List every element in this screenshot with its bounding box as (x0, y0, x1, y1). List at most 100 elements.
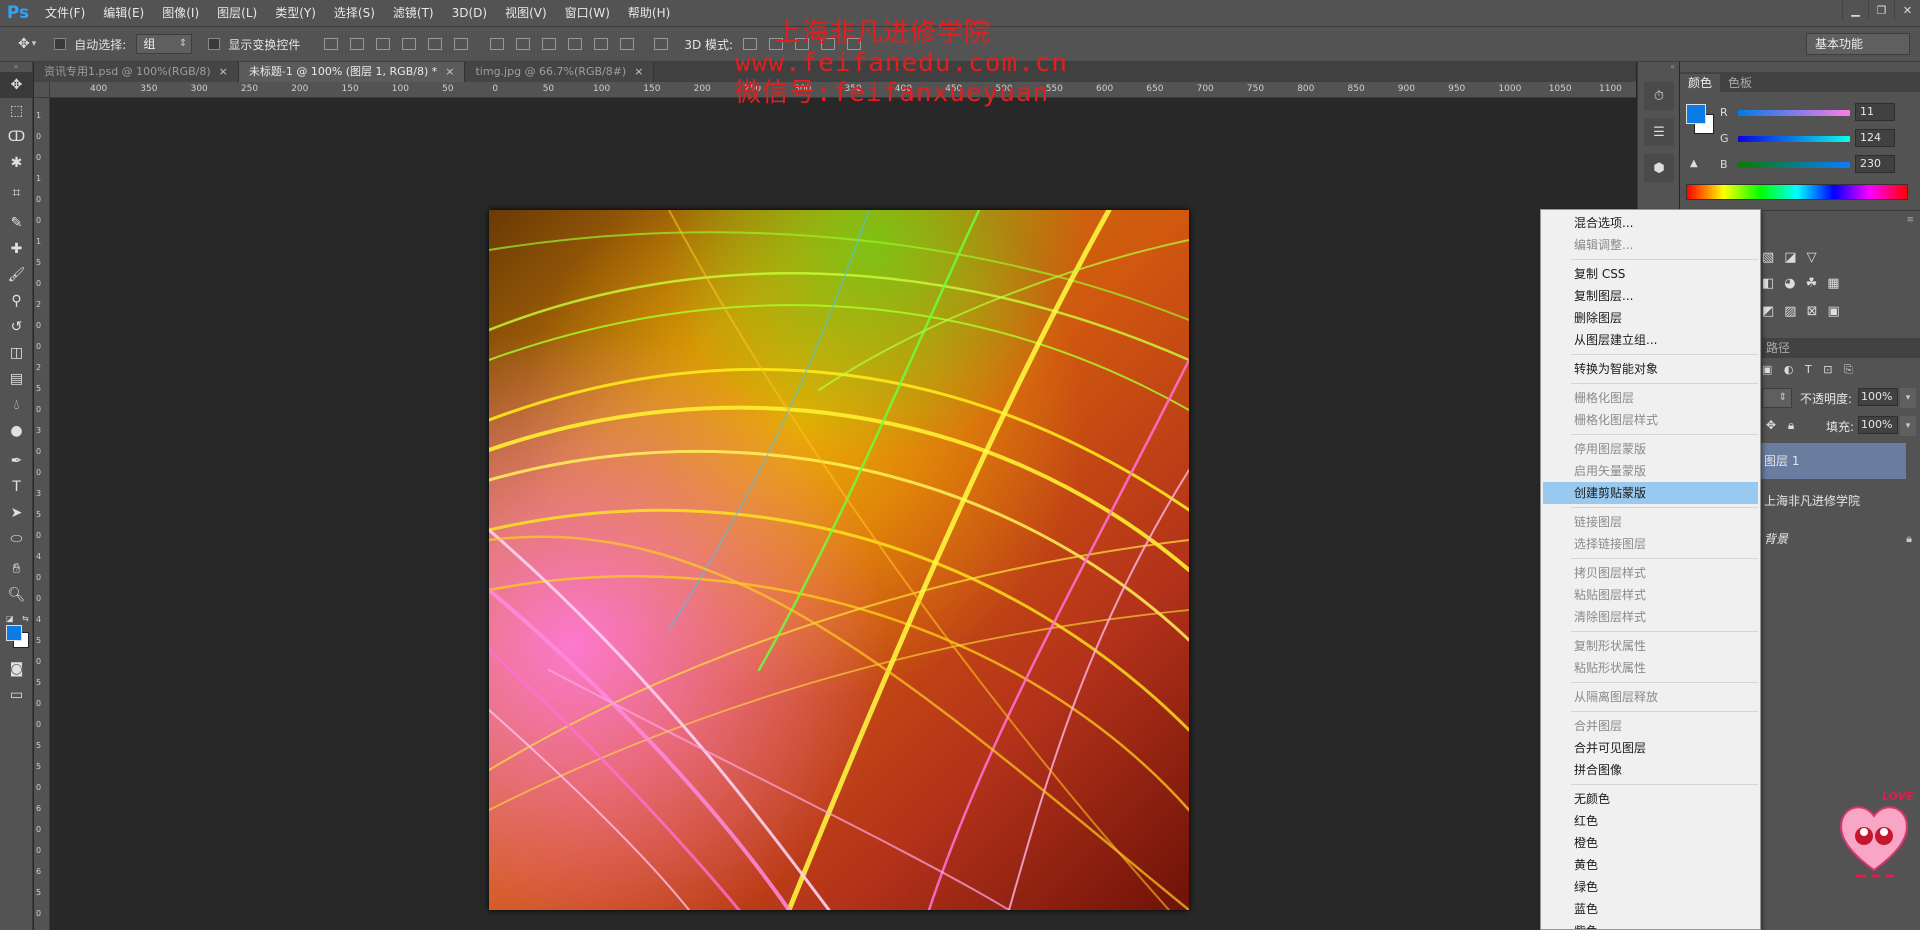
filter-type-icon[interactable]: T (1805, 363, 1812, 376)
close-tab-icon[interactable]: × (634, 65, 643, 78)
screen-mode-icon[interactable]: ▭ (0, 682, 33, 708)
context-menu-item[interactable]: 绿色 (1541, 876, 1760, 898)
context-menu-item[interactable]: 混合选项... (1541, 212, 1760, 234)
move-tool-icon[interactable]: ✥ (0, 72, 33, 98)
context-menu-item[interactable]: 黄色 (1541, 854, 1760, 876)
chevron-down-icon[interactable]: ▾ (32, 39, 37, 49)
crop-tool-icon[interactable]: ⌗ (0, 180, 33, 206)
zoom-tool-icon[interactable]: 🔍︎ (0, 582, 33, 608)
close-tab-icon[interactable]: × (445, 65, 454, 78)
distribute-bottom-icon[interactable] (542, 38, 557, 50)
filter-shape-icon[interactable]: ⊡ (1823, 363, 1832, 376)
context-menu-item[interactable]: 复制图层... (1541, 285, 1760, 307)
menu-item-0[interactable]: 文件(F) (36, 0, 94, 26)
b-slider[interactable] (1738, 161, 1850, 168)
fill-chevron-icon[interactable]: ▾ (1900, 416, 1916, 436)
curves-icon[interactable]: ◪ (1784, 250, 1796, 265)
clone-stamp-tool-icon[interactable]: ⚲ (0, 288, 33, 314)
opacity-input[interactable]: 100% (1858, 388, 1898, 406)
context-menu-item[interactable]: 无颜色 (1541, 788, 1760, 810)
type-tool-icon[interactable]: T (0, 474, 33, 500)
workspace-dropdown[interactable]: 基本功能 (1806, 33, 1910, 55)
context-menu-item[interactable]: 合并可见图层 (1541, 737, 1760, 759)
color-panel-foreground[interactable] (1686, 104, 1706, 124)
brush-tool-icon[interactable]: 🖌︎ (0, 262, 33, 288)
filter-adjust-icon[interactable]: ◐ (1784, 363, 1794, 376)
context-menu-item[interactable]: 转换为智能对象 (1541, 358, 1760, 380)
filter-smart-icon[interactable]: ⎘ (1844, 363, 1853, 376)
document-tab-2[interactable]: timg.jpg @ 66.7%(RGB/8#) × (465, 62, 655, 82)
properties-panel-icon[interactable]: ☰ (1644, 118, 1674, 146)
levels-icon[interactable]: ▧ (1762, 250, 1774, 265)
menu-item-10[interactable]: 帮助(H) (619, 0, 679, 26)
layer-row-text[interactable]: 上海非凡进修学院 (1760, 483, 1906, 519)
menu-item-5[interactable]: 选择(S) (325, 0, 384, 26)
document-tab-1[interactable]: 未标题-1 @ 100% (图层 1, RGB/8) * × (238, 62, 466, 82)
menu-item-4[interactable]: 类型(Y) (266, 0, 325, 26)
gradient-tool-icon[interactable]: ▤ (0, 366, 33, 392)
context-menu-item[interactable]: 紫色 (1541, 920, 1760, 929)
document-tab-0[interactable]: 资讯专用1.psd @ 100%(RGB/8) × (34, 62, 239, 82)
eyedropper-tool-icon[interactable]: ✎ (0, 210, 33, 236)
color-spectrum[interactable] (1686, 184, 1908, 200)
menu-item-2[interactable]: 图像(I) (153, 0, 208, 26)
document-image[interactable] (487, 207, 1191, 913)
3d-panel-icon[interactable]: ⬢ (1644, 154, 1674, 182)
menu-item-6[interactable]: 滤镜(T) (384, 0, 443, 26)
channel-mixer-icon[interactable]: ☘ (1806, 276, 1818, 291)
lock-all-icon[interactable]: 🔒︎ (1788, 418, 1794, 432)
layer-row-layer1[interactable]: 图层 1 (1760, 443, 1906, 479)
auto-align-icon[interactable] (654, 38, 669, 50)
r-slider[interactable] (1738, 109, 1850, 116)
gradient-map-icon[interactable]: ▽ (1807, 250, 1817, 265)
context-menu-item[interactable]: 蓝色 (1541, 898, 1760, 920)
swap-colors-icon[interactable]: ⇆ (22, 614, 29, 623)
collapse-panels-icon[interactable]: « (1638, 62, 1679, 74)
menu-item-3[interactable]: 图层(L) (208, 0, 266, 26)
tab-swatches[interactable]: 色板 (1720, 74, 1760, 92)
align-bottom-icon[interactable] (376, 38, 391, 50)
auto-select-dropdown[interactable]: 组 (136, 34, 193, 54)
foreground-color-swatch[interactable] (6, 625, 22, 641)
marquee-tool-icon[interactable]: ⬚ (0, 98, 33, 124)
distribute-right-icon[interactable] (620, 38, 635, 50)
move-tool-icon[interactable]: ✥ (18, 36, 30, 52)
align-hcenter-icon[interactable] (428, 38, 443, 50)
auto-select-checkbox[interactable] (54, 38, 67, 50)
g-slider[interactable] (1738, 135, 1850, 142)
tab-color[interactable]: 颜色 (1680, 74, 1721, 92)
vibrance-icon[interactable]: ◧ (1762, 276, 1774, 291)
distribute-left-icon[interactable] (568, 38, 583, 50)
menu-item-7[interactable]: 3D(D) (443, 0, 496, 26)
restore-icon[interactable]: ❐ (1868, 0, 1894, 20)
close-tab-icon[interactable]: × (219, 65, 228, 78)
minimize-icon[interactable]: ▁ (1842, 0, 1868, 20)
menu-item-9[interactable]: 窗口(W) (556, 0, 619, 26)
menu-item-8[interactable]: 视图(V) (496, 0, 556, 26)
invert-icon[interactable]: ◩ (1762, 304, 1774, 319)
opacity-chevron-icon[interactable]: ▾ (1900, 388, 1916, 408)
context-menu-item[interactable]: 复制 CSS (1541, 263, 1760, 285)
magic-wand-tool-icon[interactable]: ✱ (0, 150, 33, 176)
show-transform-checkbox[interactable] (208, 38, 221, 50)
lasso-tool-icon[interactable]: ↀ (0, 124, 33, 150)
tab-paths[interactable]: 路径 (1762, 341, 1790, 355)
align-vcenter-icon[interactable] (350, 38, 365, 50)
align-left-icon[interactable] (402, 38, 417, 50)
adjustments-panel-menu-icon[interactable]: ≡ (1906, 215, 1914, 225)
color-balance-icon[interactable]: ◕ (1784, 276, 1795, 291)
context-menu-item[interactable]: 橙色 (1541, 832, 1760, 854)
history-brush-tool-icon[interactable]: ↺ (0, 314, 33, 340)
menu-item-1[interactable]: 编辑(E) (94, 0, 153, 26)
path-selection-tool-icon[interactable]: ➤ (0, 500, 33, 526)
hand-tool-icon[interactable]: ✋︎ (0, 556, 33, 582)
align-top-icon[interactable] (324, 38, 339, 50)
lock-position-icon[interactable]: ✥ (1766, 418, 1776, 432)
ruler-origin[interactable] (34, 82, 50, 98)
context-menu-item[interactable]: 删除图层 (1541, 307, 1760, 329)
context-menu-item[interactable]: 拼合图像 (1541, 759, 1760, 781)
align-right-icon[interactable] (454, 38, 469, 50)
collapse-toolbar-icon[interactable]: » (0, 62, 32, 72)
context-menu-item[interactable]: 从图层建立组... (1541, 329, 1760, 351)
dodge-tool-icon[interactable]: ● (0, 418, 33, 444)
